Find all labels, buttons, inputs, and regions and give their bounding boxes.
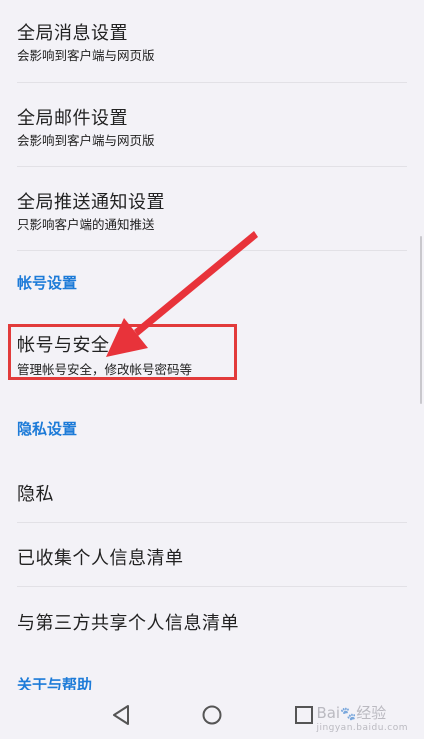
global-push-title: 全局推送通知设置 — [17, 192, 165, 213]
divider — [17, 250, 407, 251]
global-message-subtitle: 会影响到客户端与网页版 — [17, 48, 155, 63]
watermark-paw-icon: 🐾 — [340, 707, 357, 722]
third-party-info-item[interactable]: 与第三方共享个人信息清单 — [17, 587, 407, 651]
back-icon[interactable] — [106, 700, 136, 730]
global-mail-title: 全局邮件设置 — [17, 108, 128, 129]
third-party-info-label: 与第三方共享个人信息清单 — [17, 613, 239, 634]
watermark-text: Bai — [316, 704, 341, 722]
privacy-item-label: 隐私 — [17, 484, 54, 505]
navigation-bar: Bai🐾经验 jingyan.baidu.com — [0, 690, 424, 739]
global-message-title: 全局消息设置 — [17, 23, 128, 44]
collected-info-item[interactable]: 已收集个人信息清单 — [17, 523, 407, 586]
watermark-sub: jingyan.baidu.com — [316, 723, 408, 733]
global-mail-settings[interactable]: 全局邮件设置 会影响到客户端与网页版 — [17, 83, 407, 165]
global-push-subtitle: 只影响客户端的通知推送 — [17, 217, 155, 232]
privacy-item[interactable]: 隐私 — [17, 460, 407, 522]
recents-icon[interactable] — [289, 700, 319, 730]
account-section-header: 帐号设置 — [17, 274, 78, 292]
highlight-box — [8, 324, 237, 380]
collected-info-label: 已收集个人信息清单 — [17, 548, 184, 569]
global-push-settings[interactable]: 全局推送通知设置 只影响客户端的通知推送 — [17, 167, 407, 249]
watermark-text2: 经验 — [356, 704, 387, 722]
privacy-section-header: 隐私设置 — [17, 420, 78, 438]
scrollbar[interactable] — [420, 236, 422, 404]
home-icon[interactable] — [197, 700, 227, 730]
global-message-settings[interactable]: 全局消息设置 会影响到客户端与网页版 — [17, 0, 407, 82]
global-mail-subtitle: 会影响到客户端与网页版 — [17, 133, 155, 148]
watermark: Bai🐾经验 jingyan.baidu.com — [316, 702, 408, 733]
